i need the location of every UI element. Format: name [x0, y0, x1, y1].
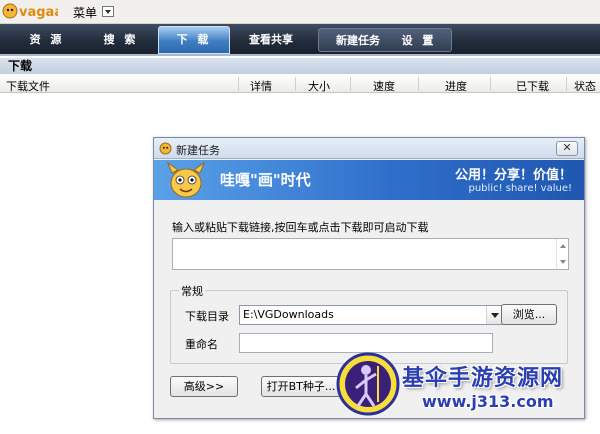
- close-button[interactable]: ✕: [556, 141, 578, 156]
- column-divider: [566, 77, 567, 91]
- column-header-progress[interactable]: 进度: [445, 78, 467, 94]
- banner-slogan: 哇嘎"画"时代: [220, 171, 311, 189]
- tab-search[interactable]: 搜 索: [84, 28, 158, 52]
- general-group-title: 常规: [179, 283, 205, 299]
- column-divider: [350, 77, 351, 91]
- dialog-banner: 哇嘎"画"时代 公用！分享！价值！ public! share! value!: [154, 160, 584, 200]
- banner-tagline-cn: 公用！分享！价值！: [454, 168, 572, 183]
- dialog-title: 新建任务: [176, 144, 220, 157]
- top-menu-bar: vagaa 菜单: [0, 0, 600, 24]
- close-icon: ✕: [562, 141, 572, 154]
- main-nav-bar: 资 源 搜 索 下 载 查看共享 新建任务 设 置: [0, 24, 600, 56]
- column-header-details[interactable]: 详情: [250, 78, 272, 94]
- scroll-up-icon[interactable]: [560, 244, 566, 248]
- column-divider: [418, 77, 419, 91]
- watermark-title: 基伞手游资源网: [402, 366, 564, 391]
- download-table-header: 下载文件 详情 大小 速度 进度 已下载 状态: [0, 75, 600, 93]
- menu-dropdown-icon[interactable]: [102, 6, 114, 17]
- column-divider: [295, 77, 296, 91]
- page-title: 下载: [0, 58, 600, 74]
- link-input-scrollbar[interactable]: [556, 239, 568, 269]
- banner-tagline-en: public! share! value!: [468, 183, 572, 194]
- download-dir-label: 下载目录: [185, 310, 229, 323]
- rename-input[interactable]: [239, 333, 493, 353]
- watermark-logo: [336, 352, 400, 416]
- column-divider: [490, 77, 491, 91]
- download-dir-value: E:\VGDownloads: [243, 308, 334, 321]
- column-header-status[interactable]: 状态: [574, 78, 596, 94]
- column-header-downloaded[interactable]: 已下载: [516, 78, 549, 94]
- watermark: 基伞手游资源网 www.j313.com: [336, 352, 598, 424]
- main-menu-label[interactable]: 菜单: [73, 4, 97, 21]
- tab-download[interactable]: 下 载: [158, 26, 230, 54]
- open-bt-seed-button[interactable]: 打开BT种子...: [261, 376, 341, 397]
- column-header-file[interactable]: 下载文件: [6, 78, 50, 94]
- tab-resources[interactable]: 资 源: [10, 28, 84, 52]
- vagaa-logo: vagaa: [2, 2, 58, 20]
- browse-button[interactable]: 浏览...: [501, 304, 557, 325]
- mascot-icon: [166, 161, 206, 198]
- tab-view-shares[interactable]: 查看共享: [234, 28, 308, 52]
- download-dir-select[interactable]: E:\VGDownloads: [239, 305, 503, 325]
- chevron-down-icon[interactable]: [486, 306, 502, 324]
- column-header-size[interactable]: 大小: [308, 78, 330, 94]
- banner-tagline: 公用！分享！价值！ public! share! value!: [455, 164, 572, 194]
- rename-label: 重命名: [185, 338, 218, 351]
- dialog-titlebar[interactable]: 新建任务 ✕: [154, 138, 584, 159]
- column-header-speed[interactable]: 速度: [373, 78, 395, 94]
- settings-button[interactable]: 设 置: [391, 29, 447, 53]
- scroll-down-icon[interactable]: [560, 260, 566, 264]
- link-instruction: 输入或粘贴下载链接,按回车或点击下载即可启动下载: [172, 221, 429, 234]
- svg-text:vagaa: vagaa: [19, 5, 58, 20]
- column-divider: [238, 77, 239, 91]
- new-task-button[interactable]: 新建任务: [323, 29, 393, 53]
- vagaa-small-icon: [159, 142, 172, 155]
- advanced-button[interactable]: 高级>>: [170, 376, 238, 397]
- watermark-url: www.j313.com: [422, 392, 554, 411]
- download-link-input[interactable]: [172, 238, 569, 270]
- nav-action-group: 新建任务 设 置: [318, 28, 452, 52]
